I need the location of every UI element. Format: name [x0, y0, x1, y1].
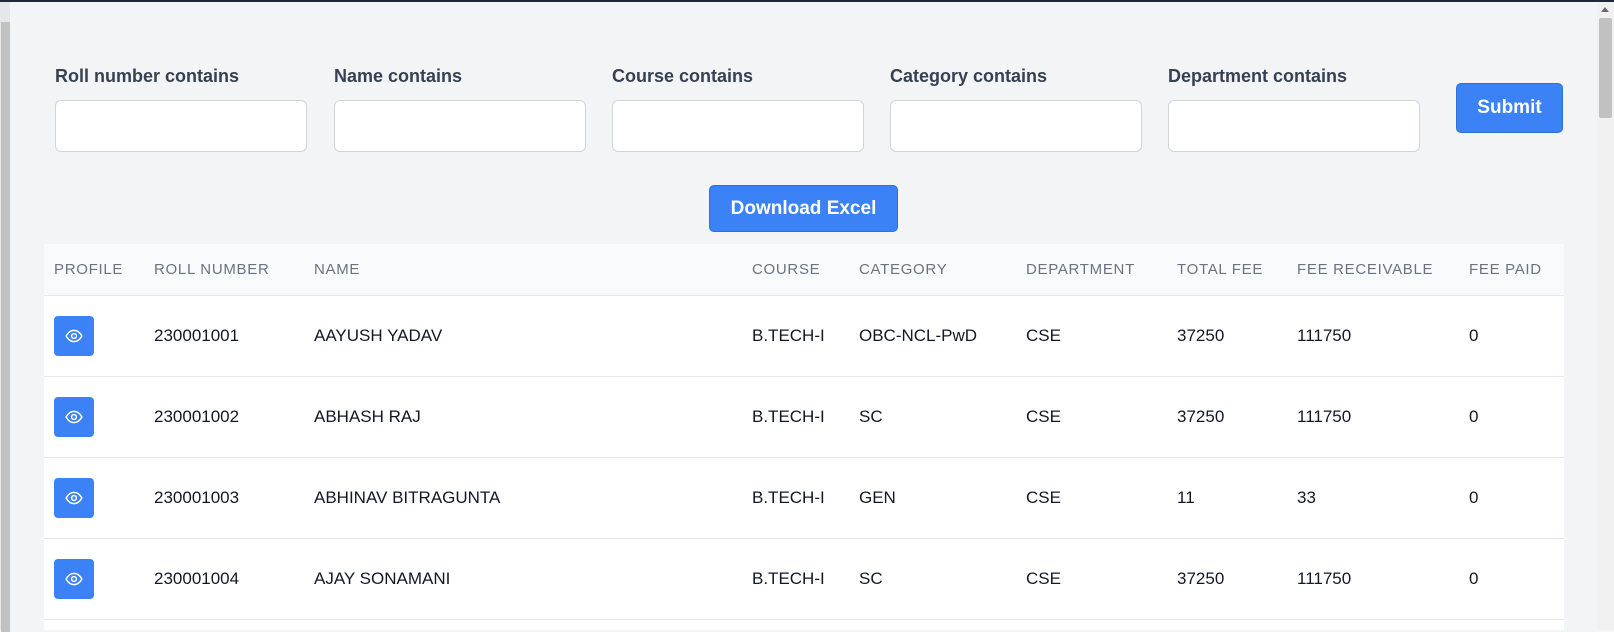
- column-header-total-fee: TOTAL FEE: [1167, 244, 1287, 296]
- fee-paid-cell: 0: [1459, 538, 1564, 620]
- fee-receivable-cell: 111750: [1287, 295, 1459, 377]
- course-cell: B.TECH-I: [742, 457, 849, 539]
- name-input[interactable]: [334, 100, 586, 152]
- category-cell: SC: [849, 376, 1016, 458]
- view-profile-button[interactable]: [54, 477, 94, 518]
- category-cell: SC: [849, 538, 1016, 620]
- eye-icon: [65, 572, 83, 585]
- table-row: 230001004 AJAY SONAMANI B.TECH-I SC CSE …: [44, 538, 1564, 620]
- download-excel-button[interactable]: Download Excel: [709, 185, 898, 232]
- window-top-border: [0, 0, 1614, 2]
- fee-receivable-cell: 111750: [1287, 538, 1459, 620]
- name-cell: ABHINAV BITRAGUNTA: [304, 457, 742, 539]
- scroll-up-arrow-icon[interactable]: [1601, 7, 1609, 12]
- table-row: 230001001 AAYUSH YADAV B.TECH-I OBC-NCL-…: [44, 295, 1564, 377]
- filter-category: Category contains: [890, 64, 1142, 152]
- name-cell: ABHASH RAJ: [304, 376, 742, 458]
- roll-number-cell: 230001001: [144, 295, 304, 377]
- roll-number-cell: 230001003: [144, 457, 304, 539]
- total-fee-cell: 37250: [1167, 295, 1287, 377]
- column-header-roll-number: ROLL NUMBER: [144, 244, 304, 296]
- eye-icon: [65, 410, 83, 423]
- course-cell: B.TECH-I: [742, 376, 849, 458]
- fee-paid-cell: 0: [1459, 376, 1564, 458]
- profile-cell: [44, 457, 144, 539]
- filter-department: Department contains: [1168, 64, 1420, 152]
- column-header-name: NAME: [304, 244, 742, 296]
- vertical-scrollbar-thumb[interactable]: [1599, 18, 1612, 118]
- roll-number-cell: 230001004: [144, 538, 304, 620]
- students-table: PROFILE ROLL NUMBER NAME COURSE CATEGORY…: [44, 244, 1564, 630]
- fee-receivable-cell: 111750: [1287, 376, 1459, 458]
- left-scrollbar-thumb[interactable]: [1, 22, 10, 632]
- department-cell: CSE: [1016, 457, 1167, 539]
- table-row: 230001002 ABHASH RAJ B.TECH-I SC CSE 372…: [44, 376, 1564, 458]
- left-scrollbar-track[interactable]: [0, 2, 10, 632]
- column-header-profile: PROFILE: [44, 244, 144, 296]
- department-cell: CSE: [1016, 376, 1167, 458]
- total-fee-cell: 11: [1167, 457, 1287, 539]
- profile-cell: [44, 295, 144, 377]
- fee-receivable-cell: 33: [1287, 457, 1459, 539]
- roll-number-cell: 230001002: [144, 376, 304, 458]
- eye-icon: [65, 491, 83, 504]
- total-fee-cell: 37250: [1167, 376, 1287, 458]
- category-cell: OBC-NCL-PwD: [849, 295, 1016, 377]
- view-profile-button[interactable]: [54, 558, 94, 599]
- filter-course: Course contains: [612, 64, 864, 152]
- filter-label-name: Name contains: [334, 66, 463, 86]
- department-cell: CSE: [1016, 538, 1167, 620]
- department-cell: CSE: [1016, 295, 1167, 377]
- total-fee-cell: 37250: [1167, 538, 1287, 620]
- fee-paid-cell: 0: [1459, 295, 1564, 377]
- filter-name: Name contains: [334, 64, 586, 152]
- department-input[interactable]: [1168, 100, 1420, 152]
- filter-roll-number: Roll number contains: [55, 64, 307, 152]
- course-cell: B.TECH-I: [742, 295, 849, 377]
- name-cell: AJAY SONAMANI: [304, 538, 742, 620]
- profile-cell: [44, 376, 144, 458]
- eye-icon: [65, 329, 83, 342]
- fee-paid-cell: 0: [1459, 457, 1564, 539]
- course-cell: B.TECH-I: [742, 538, 849, 620]
- column-header-fee-receivable: FEE RECEIVABLE: [1287, 244, 1459, 296]
- course-input[interactable]: [612, 100, 864, 152]
- filter-label-roll-number: Roll number contains: [55, 66, 240, 86]
- table-header-row: PROFILE ROLL NUMBER NAME COURSE CATEGORY…: [44, 244, 1564, 296]
- profile-cell: [44, 538, 144, 620]
- filter-label-department: Department contains: [1168, 66, 1348, 86]
- category-cell: GEN: [849, 457, 1016, 539]
- roll-number-input[interactable]: [55, 100, 307, 152]
- column-header-department: DEPARTMENT: [1016, 244, 1167, 296]
- filter-label-category: Category contains: [890, 66, 1048, 86]
- view-profile-button[interactable]: [54, 396, 94, 437]
- vertical-scrollbar[interactable]: [1597, 2, 1614, 630]
- table-row: 230001003 ABHINAV BITRAGUNTA B.TECH-I GE…: [44, 457, 1564, 539]
- submit-button[interactable]: Submit: [1456, 83, 1563, 133]
- column-header-fee-paid: FEE PAID: [1459, 244, 1564, 296]
- filter-label-course: Course contains: [612, 66, 754, 86]
- name-cell: AAYUSH YADAV: [304, 295, 742, 377]
- view-profile-button[interactable]: [54, 315, 94, 356]
- category-input[interactable]: [890, 100, 1142, 152]
- column-header-category: CATEGORY: [849, 244, 1016, 296]
- column-header-course: COURSE: [742, 244, 849, 296]
